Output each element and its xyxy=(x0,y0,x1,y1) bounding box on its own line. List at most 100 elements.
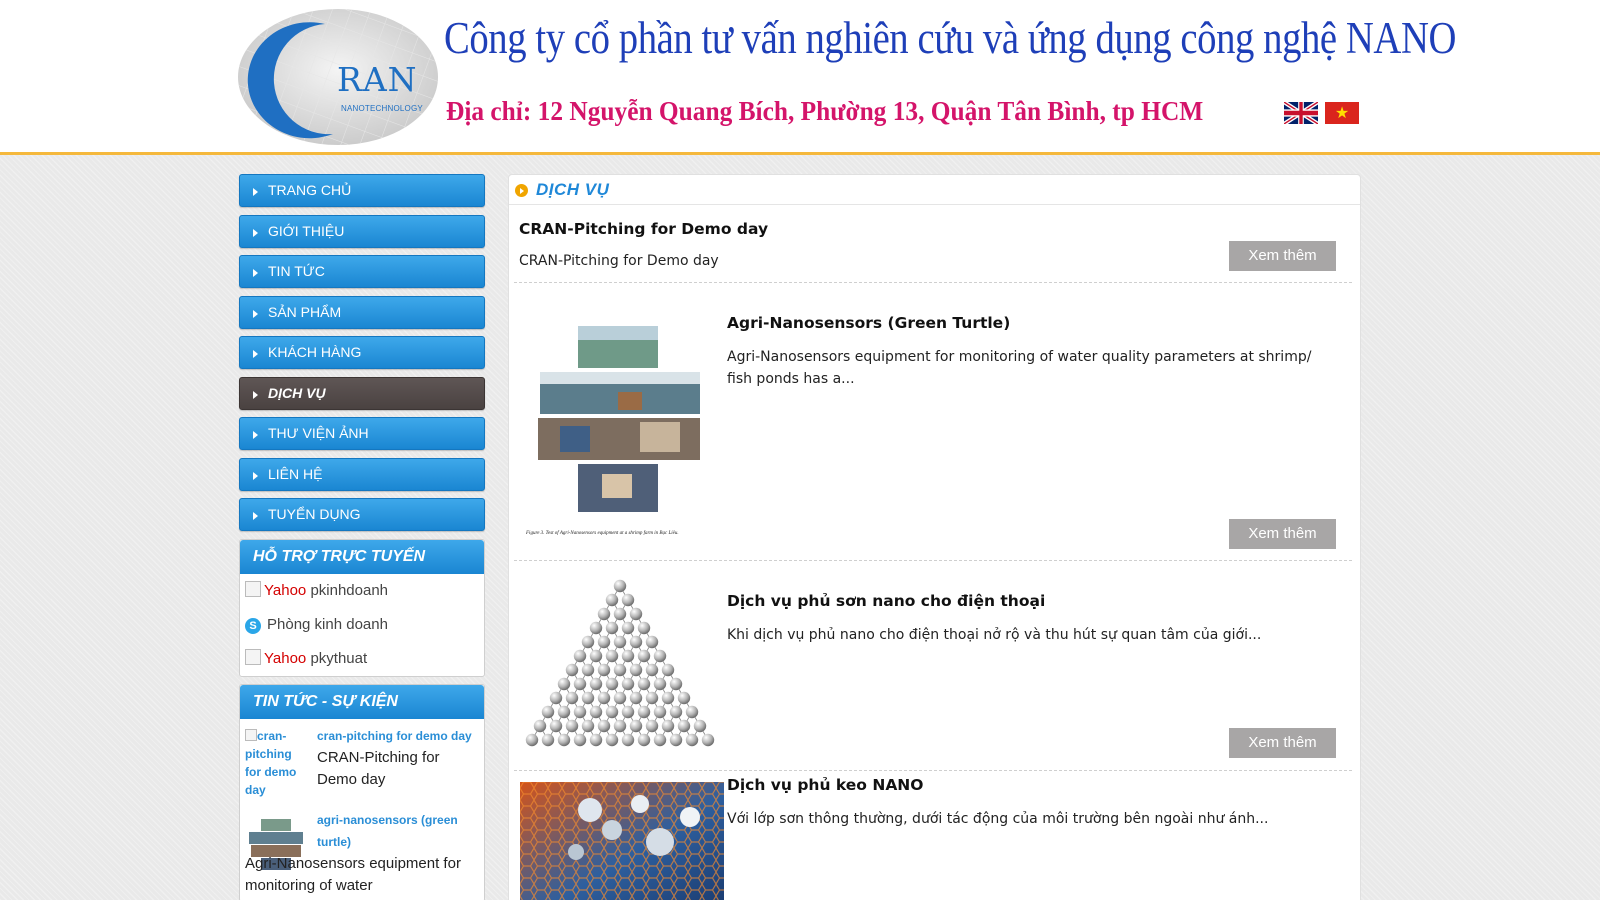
yahoo-icon xyxy=(245,648,261,665)
nanoparticle xyxy=(581,635,595,649)
nanoparticle xyxy=(589,621,603,635)
support-yahoo-sales[interactable]: Yahoo pkinhdoanh xyxy=(240,574,484,608)
logo-text: RAN xyxy=(337,60,418,99)
nanoparticle xyxy=(653,677,667,691)
news-item: cran-pitching for demo day cran-pitching… xyxy=(240,719,484,803)
nanoparticle xyxy=(605,593,619,607)
service-image[interactable]: Figure 3. Test of Agri-Nanosensors equip… xyxy=(520,322,718,554)
news-link[interactable]: agri-nanosensors (green turtle) xyxy=(317,809,480,853)
arrow-right-icon xyxy=(253,431,258,439)
arrow-right-icon xyxy=(253,188,258,196)
sidebar: TRANG CHỦ GIỚI THIỆU TIN TỨC SẢN PHẨM KH… xyxy=(239,174,485,900)
vietnam-flag-icon[interactable]: ★ xyxy=(1325,102,1359,124)
section-header: DỊCH VỤ xyxy=(509,175,1360,205)
arrow-right-icon xyxy=(253,350,258,358)
section-title: DỊCH VỤ xyxy=(536,180,610,199)
read-more-button[interactable]: Xem thêm xyxy=(1229,241,1336,271)
nanoparticle xyxy=(669,733,683,747)
nanoparticle xyxy=(645,691,659,705)
service-image[interactable] xyxy=(520,782,724,900)
menu-label: TIN TỨC xyxy=(268,263,325,279)
nanoparticle xyxy=(669,677,683,691)
nanoparticle xyxy=(621,733,635,747)
yahoo-icon xyxy=(245,580,261,597)
service-title[interactable]: Agri-Nanosensors (Green Turtle) xyxy=(727,314,1010,332)
nanoparticle xyxy=(621,705,635,719)
support-skype-sales[interactable]: S Phòng kinh doanh xyxy=(240,608,484,642)
nanoparticle xyxy=(693,719,707,733)
nanoparticle xyxy=(645,635,659,649)
arrow-right-icon xyxy=(253,512,258,520)
menu-item-gallery[interactable]: THƯ VIỆN ẢNH xyxy=(239,417,485,450)
nanoparticle xyxy=(637,621,651,635)
nanoparticle xyxy=(613,663,627,677)
nanoparticle xyxy=(605,705,619,719)
nanoparticle xyxy=(685,705,699,719)
nanoparticle xyxy=(557,733,571,747)
nanoparticle xyxy=(597,635,611,649)
support-yahoo-tech[interactable]: Yahoo pkythuat xyxy=(240,642,484,676)
nanoparticle xyxy=(605,677,619,691)
company-name: Công ty cổ phần tư vấn nghiên cứu và ứng… xyxy=(444,13,1456,63)
nanoparticle xyxy=(653,733,667,747)
support-label: Phòng kinh doanh xyxy=(267,615,388,633)
nanoparticle xyxy=(573,733,587,747)
nanoparticle xyxy=(629,691,643,705)
menu-label: TUYỂN DỤNG xyxy=(268,506,361,522)
news-link[interactable]: cran-pitching for demo day xyxy=(317,725,480,747)
service-desc: Agri-Nanosensors equipment for monitorin… xyxy=(727,349,1312,387)
nanoparticle xyxy=(629,663,643,677)
nanoparticle xyxy=(589,733,603,747)
service-item: CRAN-Pitching for Demo day CRAN-Pitching… xyxy=(514,206,1352,283)
nanoparticle xyxy=(629,635,643,649)
nanoparticle xyxy=(621,677,635,691)
nanoparticle xyxy=(597,691,611,705)
menu-label: LIÊN HỆ xyxy=(268,465,323,482)
arrow-right-icon xyxy=(253,471,258,480)
nanoparticle xyxy=(669,705,683,719)
arrow-right-icon xyxy=(253,309,258,318)
nanoparticle xyxy=(549,691,563,705)
nanoparticle xyxy=(605,621,619,635)
logo-subtext: NANOTECHNOLOGY xyxy=(341,104,423,113)
nanoparticle xyxy=(565,663,579,677)
nanoparticle xyxy=(653,649,667,663)
menu-label: SẢN PHẨM xyxy=(268,303,342,320)
service-desc: CRAN-Pitching for Demo day xyxy=(519,253,719,269)
site-header: RAN NANOTECHNOLOGY Công ty cổ phần tư vấ… xyxy=(0,0,1600,155)
news-thumb-broken[interactable]: cran-pitching for demo day xyxy=(245,727,309,799)
menu-item-recruitment[interactable]: TUYỂN DỤNG xyxy=(239,498,485,531)
nanoparticle xyxy=(557,677,571,691)
nanoparticle xyxy=(549,719,563,733)
nanoparticle xyxy=(677,719,691,733)
service-item: Dịch vụ phủ sơn nano cho điện thoại Khi … xyxy=(514,562,1352,771)
english-flag-icon[interactable] xyxy=(1283,100,1319,126)
yahoo-alt-text: Yahoo xyxy=(264,581,307,599)
menu-item-products[interactable]: SẢN PHẨM xyxy=(239,295,485,329)
nanoparticle xyxy=(525,733,539,747)
menu-label: GIỚI THIỆU xyxy=(268,222,345,239)
service-title[interactable]: CRAN-Pitching for Demo day xyxy=(519,220,768,238)
arrow-right-icon xyxy=(253,228,258,237)
nanoparticle xyxy=(637,705,651,719)
menu-label: DỊCH VỤ xyxy=(268,384,326,401)
menu-item-home[interactable]: TRANG CHỦ xyxy=(239,174,485,207)
menu-item-customers[interactable]: KHÁCH HÀNG xyxy=(239,336,485,369)
nanoparticle xyxy=(645,663,659,677)
image-caption: Figure 3. Test of Agri-Nanosensors equip… xyxy=(525,531,679,536)
service-title[interactable]: Dịch vụ phủ keo NANO xyxy=(727,776,923,794)
nanoparticle xyxy=(573,677,587,691)
read-more-button[interactable]: Xem thêm xyxy=(1229,728,1336,758)
support-label: pkinhdoanh xyxy=(310,581,389,599)
service-title[interactable]: Dịch vụ phủ sơn nano cho điện thoại xyxy=(727,592,1045,610)
menu-item-news[interactable]: TIN TỨC xyxy=(239,255,485,288)
service-image[interactable] xyxy=(520,578,720,760)
company-logo[interactable]: RAN NANOTECHNOLOGY xyxy=(237,8,439,146)
read-more-button[interactable]: Xem thêm xyxy=(1229,519,1336,549)
nanoparticle xyxy=(613,719,627,733)
menu-item-about[interactable]: GIỚI THIỆU xyxy=(239,214,485,248)
broken-image-icon xyxy=(245,728,257,741)
menu-item-contact[interactable]: LIÊN HỆ xyxy=(239,457,485,491)
menu-item-services[interactable]: DỊCH VỤ xyxy=(239,376,485,410)
nanoparticle xyxy=(597,663,611,677)
